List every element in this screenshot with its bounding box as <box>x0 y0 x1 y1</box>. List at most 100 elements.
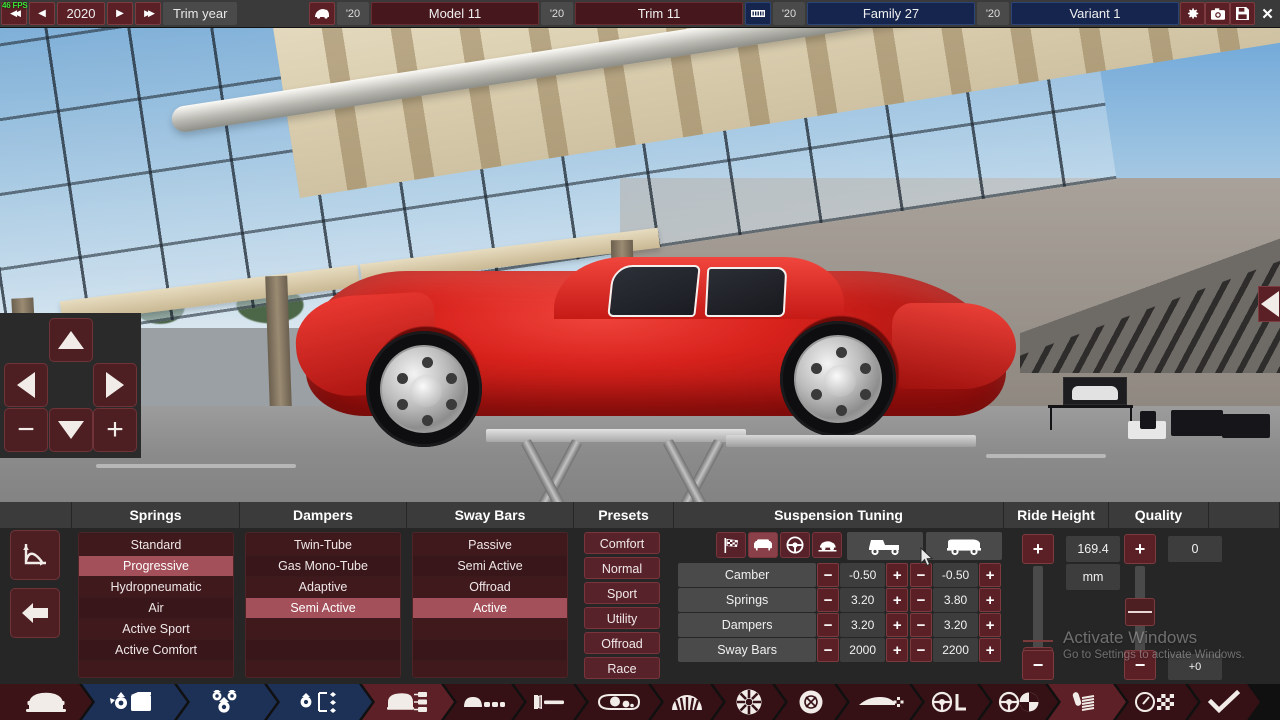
dampers-option-twin-tube[interactable]: Twin-Tube <box>246 535 400 555</box>
nav-car-model[interactable] <box>362 684 454 720</box>
nav-aerodynamics[interactable] <box>837 684 922 720</box>
model-name-button[interactable]: Model 11 <box>371 2 539 25</box>
dampers-rear-plus[interactable]: + <box>979 613 1002 637</box>
springs-option-progressive[interactable]: Progressive <box>79 556 233 576</box>
year-next-button[interactable]: ▶ <box>107 2 133 25</box>
preset-sport-button[interactable]: Sport <box>584 582 660 604</box>
sway-bars-option-active[interactable]: Active <box>413 598 567 618</box>
nav-lights[interactable] <box>576 684 661 720</box>
nav-suspension[interactable] <box>1048 684 1126 720</box>
screenshot-camera-icon[interactable] <box>1205 2 1230 25</box>
family-name-button[interactable]: Family 27 <box>807 2 975 25</box>
sway-bars-option-passive[interactable]: Passive <box>413 535 567 555</box>
sway-bars-rear-plus[interactable]: + <box>979 638 1002 662</box>
springs-rear-plus[interactable]: + <box>979 588 1002 612</box>
ride-height-increase-button[interactable]: + <box>1022 534 1054 564</box>
curve-graph-button[interactable] <box>10 530 60 580</box>
nav-engine-tune[interactable] <box>267 684 372 720</box>
variant-name-button[interactable]: Variant 1 <box>1011 2 1179 25</box>
sway-bars-option-empty <box>413 661 567 677</box>
springs-option-standard[interactable]: Standard <box>79 535 233 555</box>
engine-family-icon[interactable] <box>745 2 771 25</box>
quality-increase-button[interactable]: + <box>1124 534 1156 564</box>
header-spacer <box>0 502 72 528</box>
dampers-option-adaptive[interactable]: Adaptive <box>246 577 400 597</box>
nav-wheels[interactable] <box>713 684 785 720</box>
springs-option-active-sport[interactable]: Active Sport <box>79 619 233 639</box>
camber-rear-minus[interactable]: − <box>910 563 932 587</box>
dampers-list[interactable]: Twin-Tube Gas Mono-Tube Adaptive Semi Ac… <box>245 532 401 678</box>
nav-chassis[interactable] <box>444 684 524 720</box>
camber-rear-plus[interactable]: + <box>979 563 1002 587</box>
sway-bars-front-plus[interactable]: + <box>886 638 909 662</box>
dampers-option-gas-mono-tube[interactable]: Gas Mono-Tube <box>246 556 400 576</box>
collapse-panel-button[interactable] <box>1258 286 1280 322</box>
mode-offroad-button[interactable] <box>812 532 842 558</box>
mode-comfort-button[interactable] <box>748 532 778 558</box>
year-value[interactable]: 2020 <box>57 2 105 25</box>
sway-bars-list[interactable]: Passive Semi Active Offroad Active <box>412 532 568 678</box>
springs-rear-minus[interactable]: − <box>910 588 932 612</box>
nav-gearbox[interactable] <box>651 684 723 720</box>
mode-sport-button[interactable] <box>780 532 810 558</box>
dampers-front-plus[interactable]: + <box>886 613 909 637</box>
springs-front-value: 3.20 <box>839 588 886 612</box>
dampers-rear-minus[interactable]: − <box>910 613 932 637</box>
model-icon[interactable] <box>309 2 335 25</box>
suspension-tuning-grid: Camber − -0.50 + − -0.50 + Springs − 3.2… <box>678 532 1002 663</box>
dampers-option-semi-active[interactable]: Semi Active <box>246 598 400 618</box>
settings-gear-icon[interactable] <box>1180 2 1205 25</box>
nav-body[interactable] <box>0 684 92 720</box>
nav-brakes[interactable] <box>775 684 847 720</box>
car-3d-viewport[interactable]: − + <box>0 28 1280 502</box>
tuning-row-camber: Camber − -0.50 + − -0.50 + <box>678 563 1002 587</box>
preset-comfort-button[interactable]: Comfort <box>584 532 660 554</box>
camber-front-plus[interactable]: + <box>886 563 909 587</box>
rear-axle-column-header[interactable] <box>926 532 1002 560</box>
nav-steering[interactable] <box>912 684 990 720</box>
nav-interior[interactable] <box>514 684 586 720</box>
preset-normal-button[interactable]: Normal <box>584 557 660 579</box>
springs-front-plus[interactable]: + <box>886 588 909 612</box>
front-axle-column-header[interactable] <box>847 532 923 560</box>
nav-engine-family[interactable] <box>82 684 187 720</box>
preset-utility-button[interactable]: Utility <box>584 607 660 629</box>
camber-front-minus[interactable]: − <box>817 563 839 587</box>
preset-offroad-button[interactable]: Offroad <box>584 632 660 654</box>
springs-front-minus[interactable]: − <box>817 588 839 612</box>
springs-list[interactable]: Standard Progressive Hydropneumatic Air … <box>78 532 234 678</box>
nav-finish[interactable] <box>1188 684 1260 720</box>
quality-decrease-button[interactable]: − <box>1124 650 1156 680</box>
year-last-button[interactable]: ▶▶ <box>135 2 161 25</box>
dpad-zoom-in-button[interactable]: + <box>93 408 137 452</box>
camber-rear-value: -0.50 <box>932 563 979 587</box>
springs-option-active-comfort[interactable]: Active Comfort <box>79 640 233 660</box>
springs-option-air[interactable]: Air <box>79 598 233 618</box>
sway-bars-option-offroad[interactable]: Offroad <box>413 577 567 597</box>
quality-slider-thumb[interactable] <box>1125 598 1155 626</box>
dpad-down-button[interactable] <box>49 408 93 452</box>
dpad-up-button[interactable] <box>49 318 93 362</box>
dpad-left-button[interactable] <box>4 363 48 407</box>
year-prev-button[interactable]: ◀ <box>29 2 55 25</box>
gearbox-icon <box>667 691 707 713</box>
back-button[interactable] <box>10 588 60 638</box>
nav-test[interactable] <box>1116 684 1198 720</box>
dpad-right-button[interactable] <box>93 363 137 407</box>
car-3d-model[interactable] <box>293 243 1016 502</box>
sway-bars-front-minus[interactable]: − <box>817 638 839 662</box>
sway-bars-option-semi-active[interactable]: Semi Active <box>413 556 567 576</box>
springs-option-hydropneumatic[interactable]: Hydropneumatic <box>79 577 233 597</box>
ride-height-decrease-button[interactable]: − <box>1022 650 1054 680</box>
mode-race-flag-button[interactable] <box>716 532 746 558</box>
nav-drivetrain[interactable] <box>980 684 1058 720</box>
save-icon[interactable] <box>1230 2 1255 25</box>
dpad-zoom-out-button[interactable]: − <box>4 408 48 452</box>
close-button[interactable]: ✕ <box>1255 2 1280 25</box>
nav-engine-variant[interactable] <box>177 684 277 720</box>
rim-lug <box>811 363 822 374</box>
trim-name-button[interactable]: Trim 11 <box>575 2 743 25</box>
sway-bars-rear-minus[interactable]: − <box>910 638 932 662</box>
dampers-front-minus[interactable]: − <box>817 613 839 637</box>
preset-race-button[interactable]: Race <box>584 657 660 679</box>
